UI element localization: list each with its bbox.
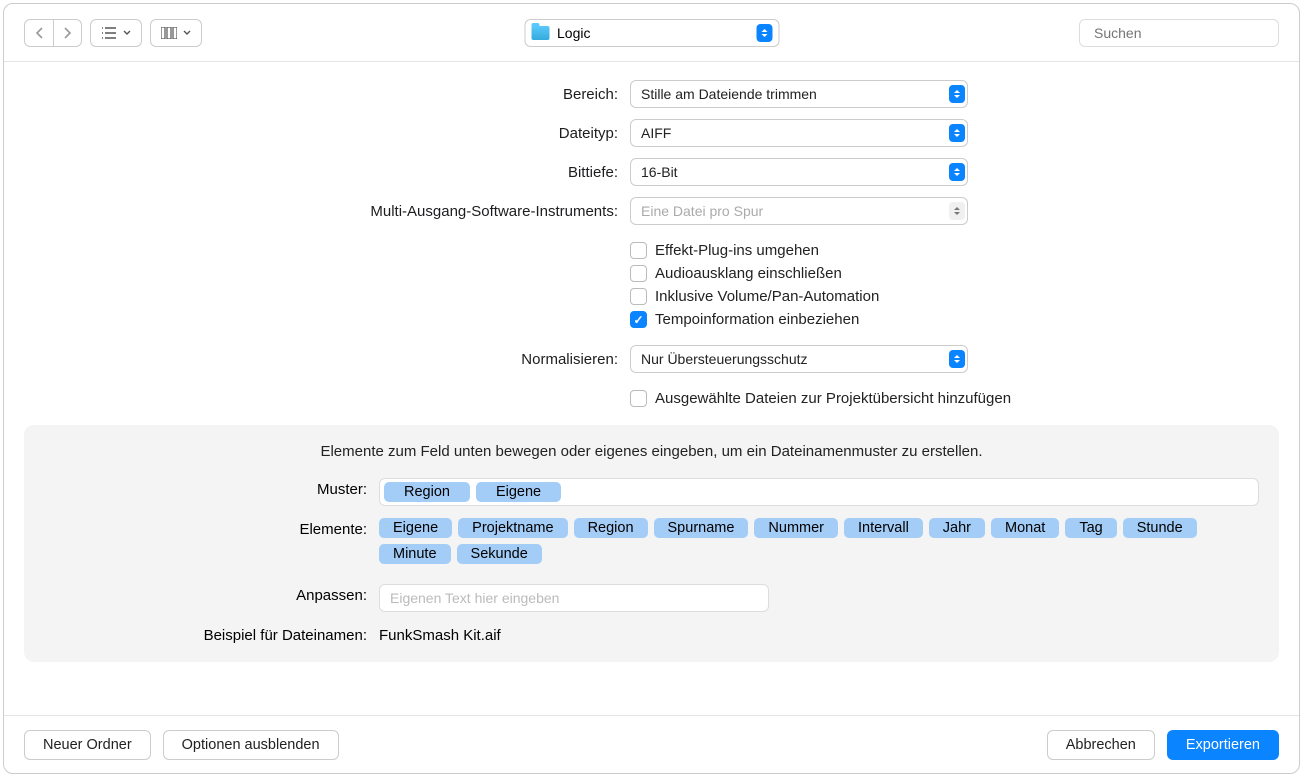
element-tag[interactable]: Spurname [654, 518, 749, 538]
view-group-button[interactable] [150, 19, 202, 47]
back-button[interactable] [25, 20, 53, 46]
dialog-footer: Neuer Ordner Optionen ausblenden Abbrech… [4, 715, 1299, 773]
folder-location-select[interactable]: Logic [524, 19, 779, 47]
anpassen-label: Anpassen: [44, 584, 379, 604]
bypass-effects-checkbox[interactable] [630, 242, 647, 259]
chevron-left-icon [35, 27, 44, 39]
elements-tag-list: Eigene Projektname Region SpurnameNummer Int… [379, 518, 1259, 564]
export-button[interactable]: Exportieren [1167, 730, 1279, 760]
hide-options-button[interactable]: Optionen ausblenden [163, 730, 339, 760]
bereich-select[interactable]: Stille am Dateiende trimmen [630, 80, 968, 108]
custom-text-input[interactable] [379, 584, 769, 612]
include-tempo-checkbox[interactable] [630, 311, 647, 328]
multi-select[interactable]: Eine Datei pro Spur [630, 197, 968, 225]
element-tag[interactable]: Jahr [929, 518, 985, 538]
list-icon [101, 27, 117, 39]
include-tempo-label: Tempoinformation einbeziehen [655, 311, 859, 328]
bereich-label: Bereich: [24, 86, 630, 103]
beispiel-label: Beispiel für Dateinamen: [44, 624, 379, 644]
normalisieren-select[interactable]: Nur Übersteuerungsschutz [630, 345, 968, 373]
updown-icon [949, 124, 965, 142]
folder-name: Logic [557, 25, 590, 41]
include-automation-label: Inklusive Volume/Pan-Automation [655, 288, 879, 305]
elemente-label: Elemente: [44, 518, 379, 538]
pattern-input[interactable]: Region Eigene [379, 478, 1259, 506]
add-to-project-checkbox[interactable] [630, 390, 647, 407]
pattern-help-text: Elemente zum Feld unten bewegen oder eig… [44, 443, 1259, 460]
filename-pattern-panel: Elemente zum Feld unten bewegen oder eig… [24, 425, 1279, 662]
chevron-right-icon [63, 27, 72, 39]
element-tag[interactable]: Monat [991, 518, 1059, 538]
forward-button[interactable] [53, 20, 81, 46]
include-tail-checkbox[interactable] [630, 265, 647, 282]
nav-button-group [24, 19, 82, 47]
dateityp-label: Dateityp: [24, 125, 630, 142]
element-tag[interactable]: Projektname [458, 518, 567, 538]
options-area: Bereich: Stille am Dateiende trimmen Dat… [4, 62, 1299, 715]
multi-label: Multi-Ausgang-Software-Instruments: [24, 203, 630, 220]
element-tag[interactable]: Region [574, 518, 648, 538]
element-tag[interactable]: Minute [379, 544, 451, 564]
updown-icon [949, 202, 965, 220]
element-tag[interactable]: Tag [1065, 518, 1116, 538]
group-icon [161, 27, 177, 39]
normalisieren-label: Normalisieren: [24, 351, 630, 368]
updown-icon [949, 163, 965, 181]
cancel-button[interactable]: Abbrechen [1047, 730, 1155, 760]
updown-icon [949, 85, 965, 103]
new-folder-button[interactable]: Neuer Ordner [24, 730, 151, 760]
folder-icon [531, 26, 549, 40]
save-dialog: Logic Bereich: Stille am Dateiende trimm… [3, 3, 1300, 774]
chevron-down-icon [183, 30, 191, 36]
element-tag[interactable]: Eigene [379, 518, 452, 538]
bittiefe-select[interactable]: 16-Bit [630, 158, 968, 186]
include-automation-checkbox[interactable] [630, 288, 647, 305]
example-filename: FunkSmash Kit.aif [379, 624, 1259, 644]
bittiefe-label: Bittiefe: [24, 164, 630, 181]
search-field[interactable] [1079, 19, 1279, 47]
element-tag[interactable]: Intervall [844, 518, 923, 538]
element-tag[interactable]: Sekunde [457, 544, 542, 564]
updown-icon [949, 350, 965, 368]
muster-label: Muster: [44, 478, 379, 498]
add-to-project-label: Ausgewählte Dateien zur Projektübersicht… [655, 390, 1011, 407]
search-input[interactable] [1094, 25, 1275, 41]
include-tail-label: Audioausklang einschließen [655, 265, 842, 282]
element-tag[interactable]: Nummer [754, 518, 838, 538]
updown-icon [756, 24, 772, 42]
bypass-effects-label: Effekt-Plug-ins umgehen [655, 242, 819, 259]
pattern-tag[interactable]: Eigene [476, 482, 561, 502]
view-list-button[interactable] [90, 19, 142, 47]
dateityp-select[interactable]: AIFF [630, 119, 968, 147]
toolbar: Logic [4, 4, 1299, 62]
element-tag[interactable]: Stunde [1123, 518, 1197, 538]
pattern-tag[interactable]: Region [384, 482, 470, 502]
chevron-down-icon [123, 30, 131, 36]
